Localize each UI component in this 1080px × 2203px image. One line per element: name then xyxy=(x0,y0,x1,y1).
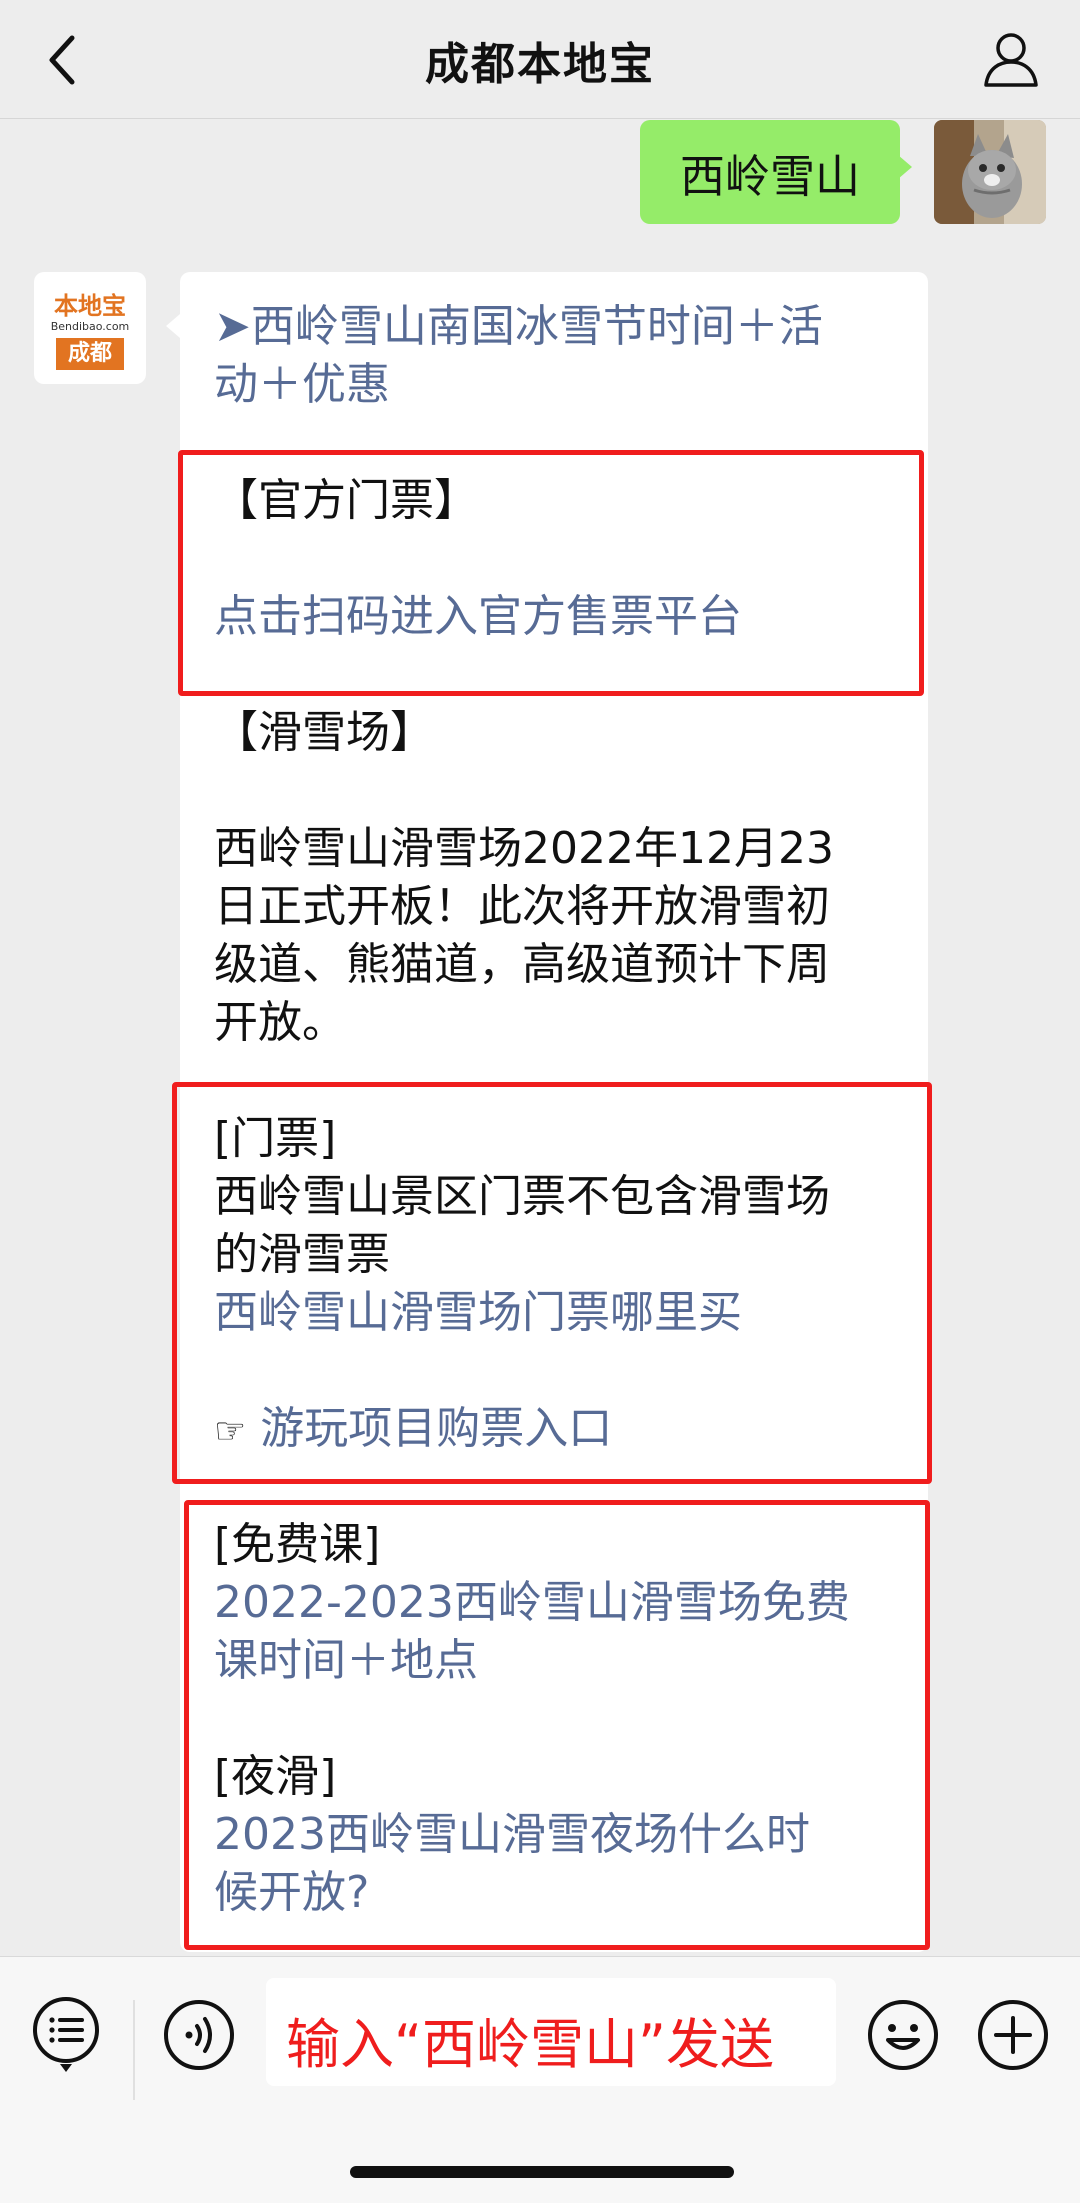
plus-icon xyxy=(978,2000,1048,2070)
outgoing-message-bubble[interactable]: 西岭雪山 xyxy=(640,120,900,224)
toolbar-divider xyxy=(133,2000,135,2100)
avatar-city-text: 成都 xyxy=(56,338,124,370)
ski-body-line1: 西岭雪山滑雪场2022年12月23 xyxy=(214,823,834,874)
highlight-box-ticket xyxy=(172,1082,932,1484)
plus-button[interactable] xyxy=(976,1998,1050,2076)
ski-body-line3: 级道、熊猫道，高级道预计下周 xyxy=(214,939,830,990)
input-hint-text: 输入“西岭雪山”发送 xyxy=(286,2013,774,2076)
home-indicator[interactable] xyxy=(350,2166,734,2178)
menu-list-icon xyxy=(33,1997,99,2072)
message-input[interactable]: 输入“西岭雪山”发送 xyxy=(266,1978,836,2086)
official-account-avatar[interactable]: 本地宝 Bendibao.com 成都 xyxy=(34,272,146,384)
intro-link-line2[interactable]: 动＋优惠 xyxy=(214,356,390,414)
intro-link-line1[interactable]: ➤西岭雪山南国冰雪节时间＋活 xyxy=(214,301,823,352)
profile-button[interactable] xyxy=(982,30,1040,88)
avatar-site-text: Bendibao.com xyxy=(50,320,130,333)
voice-button[interactable] xyxy=(162,1998,236,2076)
person-icon xyxy=(984,33,1038,87)
chat-title: 成都本地宝 xyxy=(425,39,655,90)
voice-icon xyxy=(164,2000,234,2070)
highlight-box-free-class-night xyxy=(184,1500,930,1950)
ski-body-line2: 日正式开板！此次将开放滑雪初 xyxy=(214,881,830,932)
emoji-icon xyxy=(868,2000,938,2070)
outgoing-bubble-tail xyxy=(898,155,912,179)
cat-photo-avatar xyxy=(934,120,1046,224)
incoming-bubble-tail xyxy=(166,314,180,338)
avatar-logo-text: 本地宝 xyxy=(54,292,126,320)
ski-body-line4: 开放。 xyxy=(214,997,346,1048)
chat-header: 成都本地宝 xyxy=(0,0,1080,119)
ski-heading: 【滑雪场】 xyxy=(214,707,434,758)
highlight-box-official-ticket xyxy=(178,450,924,696)
emoji-button[interactable] xyxy=(866,1998,940,2076)
outgoing-message-text: 西岭雪山 xyxy=(679,149,860,203)
menu-button[interactable] xyxy=(30,1994,102,2078)
user-avatar[interactable] xyxy=(934,120,1046,224)
